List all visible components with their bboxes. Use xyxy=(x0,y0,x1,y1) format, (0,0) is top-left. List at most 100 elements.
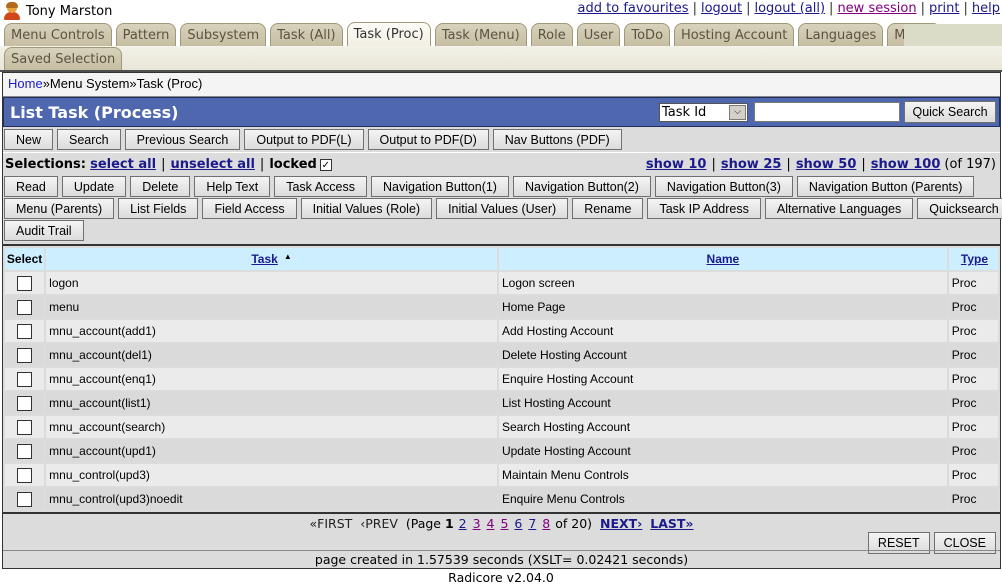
row-select-checkbox[interactable] xyxy=(17,275,33,291)
initial-values-user-button[interactable]: Initial Values (User) xyxy=(436,198,569,219)
task-cell: logon xyxy=(46,272,497,294)
sort-by-type-link[interactable]: Type xyxy=(961,252,988,266)
initial-values-role-button[interactable]: Initial Values (Role) xyxy=(300,198,433,219)
output-to-pdf-d-button[interactable]: Output to PDF(D) xyxy=(367,129,489,150)
row-select-checkbox[interactable] xyxy=(17,299,33,315)
sort-by-name-link[interactable]: Name xyxy=(707,252,740,266)
show-50-link[interactable]: show 50 xyxy=(796,157,857,172)
tab-todo[interactable]: ToDo xyxy=(624,23,671,46)
logout-link[interactable]: logout xyxy=(701,1,742,16)
audit-trail-button[interactable]: Audit Trail xyxy=(4,220,84,241)
help-link[interactable]: help xyxy=(972,1,1000,16)
tab-subsystem[interactable]: Subsystem xyxy=(180,23,267,46)
navigation-button-1-button[interactable]: Navigation Button(1) xyxy=(371,176,509,197)
select-all-link[interactable]: select all xyxy=(90,157,156,172)
navigation-button-2-button[interactable]: Navigation Button(2) xyxy=(512,176,651,197)
page-7-link[interactable]: 7 xyxy=(528,516,536,531)
previous-search-button[interactable]: Previous Search xyxy=(124,129,241,150)
navigation-button-parents-button[interactable]: Navigation Button (Parents) xyxy=(796,176,975,197)
quick-search-input[interactable] xyxy=(754,102,900,122)
nav-buttons-pdf-button[interactable]: Nav Buttons (PDF) xyxy=(492,129,622,150)
page-2-link[interactable]: 2 xyxy=(459,516,467,531)
tab-pattern[interactable]: Pattern xyxy=(115,23,177,46)
field-access-button[interactable]: Field Access xyxy=(202,198,297,219)
column-header-name[interactable]: Name xyxy=(498,248,947,270)
type-cell: Proc xyxy=(948,440,998,462)
sort-by-task-link[interactable]: Task xyxy=(251,252,277,266)
search-button[interactable]: Search xyxy=(57,129,121,150)
row-select-checkbox[interactable] xyxy=(17,395,33,411)
type-cell: Proc xyxy=(948,320,998,342)
breadcrumb-home-link[interactable]: Home xyxy=(8,76,43,91)
menu-parents-button[interactable]: Menu (Parents) xyxy=(4,198,115,219)
table-row[interactable]: mnu_control(upd3) Maintain Menu Controls P… xyxy=(5,464,998,486)
select-cell xyxy=(5,392,45,414)
rename-button[interactable]: Rename xyxy=(572,198,644,219)
table-row[interactable]: mnu_control(upd3)noedit Enquire Menu Cont… xyxy=(5,488,998,510)
help-text-button[interactable]: Help Text xyxy=(194,176,271,197)
type-cell: Proc xyxy=(948,416,998,438)
page-4-link[interactable]: 4 xyxy=(487,516,495,531)
quick-search-button[interactable]: Quick Search xyxy=(904,101,996,123)
page-3-link[interactable]: 3 xyxy=(473,516,481,531)
row-select-checkbox[interactable] xyxy=(17,371,33,387)
table-row[interactable]: mnu_account(search) Search Hosting Accoun… xyxy=(5,416,998,438)
show-10-link[interactable]: show 10 xyxy=(646,157,707,172)
update-button[interactable]: Update xyxy=(61,176,127,197)
locked-checkbox[interactable]: ✓ xyxy=(319,159,332,171)
row-select-checkbox[interactable] xyxy=(17,467,33,483)
table-row[interactable]: mnu_account(del1) Delete Hosting Account P… xyxy=(5,344,998,366)
tab-user[interactable]: User xyxy=(576,23,621,46)
task-ip-address-button[interactable]: Task IP Address xyxy=(647,198,761,219)
show-25-link[interactable]: show 25 xyxy=(721,157,782,172)
next-page-link[interactable]: NEXT› xyxy=(600,516,642,531)
tab-menu-controls[interactable]: Menu Controls xyxy=(4,23,112,46)
row-select-checkbox[interactable] xyxy=(17,443,33,459)
tab-hosting-account[interactable]: Hosting Account xyxy=(674,23,795,46)
quick-search-field-select[interactable]: Task Id ⌵ xyxy=(659,102,748,122)
unselect-all-link[interactable]: unselect all xyxy=(170,157,254,172)
row-select-checkbox[interactable] xyxy=(17,491,33,507)
show-100-link[interactable]: show 100 xyxy=(871,157,941,172)
tab-task-menu[interactable]: Task (Menu) xyxy=(434,23,527,46)
tab-task-proc[interactable]: Task (Proc) xyxy=(346,22,431,46)
navigation-button-row: Audit Trail xyxy=(4,220,1000,241)
alternative-languages-button[interactable]: Alternative Languages xyxy=(764,198,914,219)
tab-languages[interactable]: Languages xyxy=(798,23,884,46)
delete-button[interactable]: Delete xyxy=(130,176,191,197)
page-8-link[interactable]: 8 xyxy=(542,516,550,531)
navigation-button-3-button[interactable]: Navigation Button(3) xyxy=(654,176,793,197)
row-select-checkbox[interactable] xyxy=(17,419,33,435)
name-cell: Enquire Hosting Account xyxy=(498,368,947,390)
list-fields-button[interactable]: List Fields xyxy=(118,198,199,219)
logout-all-link[interactable]: logout (all) xyxy=(754,1,825,16)
new-session-link[interactable]: new session xyxy=(837,1,916,16)
column-header-type[interactable]: Type xyxy=(948,248,998,270)
task-access-button[interactable]: Task Access xyxy=(274,176,368,197)
table-row[interactable]: mnu_account(enq1) Enquire Hosting Account… xyxy=(5,368,998,390)
page-6-link[interactable]: 6 xyxy=(514,516,522,531)
column-header-task[interactable]: Task ▲ xyxy=(46,248,497,270)
table-row[interactable]: logon Logon screen Proc xyxy=(5,272,998,294)
table-row[interactable]: mnu_account(list1) List Hosting Account Pr… xyxy=(5,392,998,414)
breadcrumb-item: Menu System xyxy=(49,76,130,91)
tab-motd[interactable]: MOTD xyxy=(887,23,941,46)
last-page-link[interactable]: LAST» xyxy=(650,516,693,531)
new-button[interactable]: New xyxy=(4,129,54,150)
tab-role[interactable]: Role xyxy=(530,23,573,46)
tab-saved-selection[interactable]: Saved Selection xyxy=(4,47,123,70)
table-row[interactable]: mnu_account(upd1) Update Hosting Account P… xyxy=(5,440,998,462)
table-row[interactable]: mnu_account(add1) Add Hosting Account Proc xyxy=(5,320,998,342)
read-button[interactable]: Read xyxy=(4,176,58,197)
output-to-pdf-l-button[interactable]: Output to PDF(L) xyxy=(244,129,364,150)
row-select-checkbox[interactable] xyxy=(17,323,33,339)
chevron-down-icon[interactable]: ⌵ xyxy=(729,104,746,120)
row-select-checkbox[interactable] xyxy=(17,347,33,363)
quicksearch-button[interactable]: Quicksearch xyxy=(917,198,1002,219)
tab-task-all[interactable]: Task (All) xyxy=(270,23,343,46)
print-link[interactable]: print xyxy=(929,1,960,16)
page-5-link[interactable]: 5 xyxy=(500,516,508,531)
add-to-favourites-link[interactable]: add to favourites xyxy=(578,1,689,16)
table-row[interactable]: menu Home Page Proc xyxy=(5,296,998,318)
page-timing: page created in 1.57539 seconds (XSLT= 0… xyxy=(3,550,1000,568)
